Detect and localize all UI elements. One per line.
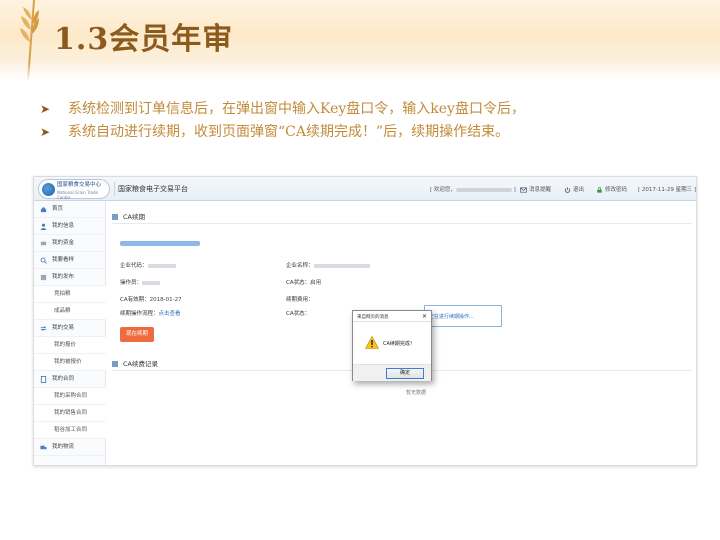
home-icon xyxy=(40,206,47,213)
contract-icon xyxy=(40,376,47,383)
sidebar-subitem-purchase-contracts[interactable]: 我的采购合同 xyxy=(34,388,106,405)
sidebar-item-home[interactable]: 首页 xyxy=(34,201,106,218)
ca-expiry-row: CA有效期：2018-01-27 xyxy=(120,297,182,303)
bullet-item: ➤ 系统自动进行续期，收到页面弹窗“CA续期完成！”后，续期操作结束。 xyxy=(40,121,710,144)
sidebar-subitem-auction-grain[interactable]: 竞拍粮 xyxy=(34,286,106,303)
bullet-list: ➤ 系统检测到订单信息后，在弹出窗中输入Key盘口令，输入key盘口令后， ➤ … xyxy=(40,98,710,144)
slide-banner: 1.3会员年审 xyxy=(0,0,720,80)
section-renewal-records: CA续费记录 xyxy=(112,358,158,368)
section-ca-renewal: CA续期 xyxy=(112,211,145,221)
sidebar-subitem-my-quotes[interactable]: 我的报价 xyxy=(34,337,106,354)
empty-records: 暂无数据 xyxy=(406,390,427,396)
sidebar-subitem-quoted[interactable]: 我的被报价 xyxy=(34,354,106,371)
dialog-body: CA续期完成！ xyxy=(353,322,431,364)
sidebar: 首页 我的信息 我的资金 我要看样 我的发布 竞拍粮 成品粮 我的交易 我的报价… xyxy=(34,201,106,465)
logout-link[interactable]: 退出 xyxy=(564,185,584,193)
welcome-text: [ 欢迎您， ] xyxy=(430,187,516,193)
sidebar-item-my-trade[interactable]: 我的交易 xyxy=(34,320,106,337)
section-square-icon xyxy=(112,361,118,367)
change-password-link[interactable]: 修改密码 xyxy=(596,185,627,193)
sidebar-item-my-info[interactable]: 我的信息 xyxy=(34,218,106,235)
publish-icon xyxy=(40,274,47,281)
sidebar-item-my-contracts[interactable]: 我的合同 xyxy=(34,371,106,388)
logo: 国家粮食交易中心 National Grain Trade Center xyxy=(38,179,110,200)
sidebar-subitem-sales-contracts[interactable]: 我的销售合同 xyxy=(34,405,106,422)
renew-process-row: 续期操作流程：点击查看 xyxy=(120,311,181,317)
bullet-item: ➤ 系统检测到订单信息后，在弹出窗中输入Key盘口令，输入key盘口令后， xyxy=(40,98,710,121)
platform-name: 国家粮食电子交易平台 xyxy=(118,185,188,193)
renewal-progress-box: 正在进行续期操作... xyxy=(424,305,502,327)
warning-icon xyxy=(365,336,379,349)
sample-icon xyxy=(40,257,47,264)
company-code-row: 企业代码： xyxy=(120,261,176,269)
app-screenshot: 国家粮食交易中心 National Grain Trade Center 国家粮… xyxy=(33,176,697,466)
sidebar-item-sample[interactable]: 我要看样 xyxy=(34,252,106,269)
arrow-icon: ➤ xyxy=(40,102,51,116)
renew-now-button[interactable]: 现在续期 xyxy=(120,327,154,342)
slide-title: 1.3会员年审 xyxy=(54,22,234,57)
messages-link[interactable]: 消息提醒 xyxy=(520,185,551,193)
date-display: [ 2017-11-29 星期三 ] xyxy=(638,187,696,193)
operator-row: 操作员： xyxy=(120,278,161,286)
renew-fee-row: 续期费用： xyxy=(286,297,314,303)
dialog-titlebar: 来自网页的消息 ✕ xyxy=(353,311,431,322)
app-header: 国家粮食交易中心 National Grain Trade Center 国家粮… xyxy=(34,177,696,201)
alert-dialog: 来自网页的消息 ✕ CA续期完成！ 确定 xyxy=(352,310,432,381)
section-square-icon xyxy=(112,214,118,220)
company-name-row: 企业名称： xyxy=(286,261,370,269)
company-name-redacted xyxy=(120,241,200,246)
logistics-icon xyxy=(40,445,47,450)
mail-icon xyxy=(520,186,527,193)
ca-status-row: CA状态：启用 xyxy=(286,280,322,286)
sidebar-item-my-funds[interactable]: 我的资金 xyxy=(34,235,106,252)
lock-icon xyxy=(597,186,602,193)
ca-status-row-2: CA状态： xyxy=(286,311,311,317)
logo-emblem-icon xyxy=(42,183,55,196)
main-content: CA续期 企业代码： 企业名称： 操作员： CA状态：启用 CA有效期：2018… xyxy=(106,201,696,465)
sidebar-subitem-finished-grain[interactable]: 成品粮 xyxy=(34,303,106,320)
money-icon xyxy=(40,241,47,246)
power-icon xyxy=(564,186,571,193)
renew-process-link[interactable]: 点击查看 xyxy=(159,311,181,317)
sidebar-item-my-publish[interactable]: 我的发布 xyxy=(34,269,106,286)
ok-button[interactable]: 确定 xyxy=(386,368,424,379)
sidebar-subitem-rice-processing[interactable]: 稻谷加工合同 xyxy=(34,422,106,439)
close-icon[interactable]: ✕ xyxy=(422,313,427,320)
dialog-footer: 确定 xyxy=(353,364,431,381)
user-icon xyxy=(40,223,47,230)
sidebar-item-my-logistics[interactable]: 我的物流 xyxy=(34,439,106,456)
dialog-message: CA续期完成！ xyxy=(383,341,415,347)
arrow-icon: ➤ xyxy=(40,125,51,139)
trade-icon xyxy=(40,326,47,331)
